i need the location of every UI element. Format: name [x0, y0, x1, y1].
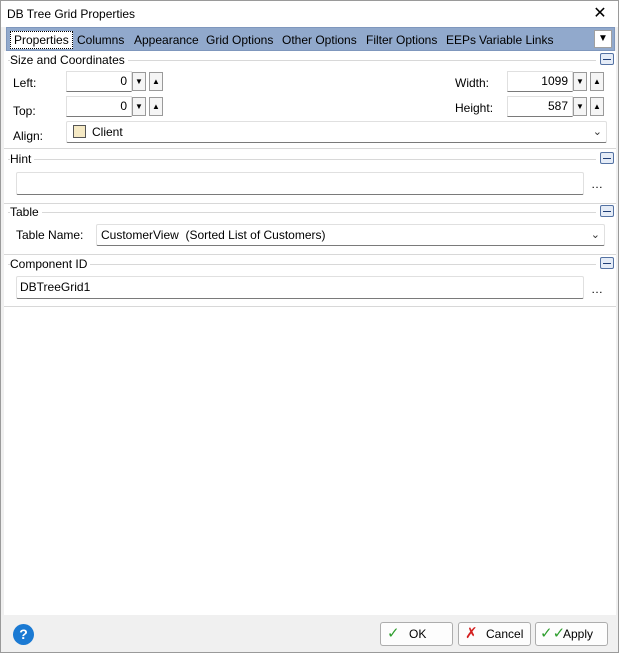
tab-appearance[interactable]: Appearance	[131, 30, 202, 50]
collapse-icon[interactable]	[600, 152, 614, 164]
tab-columns[interactable]: Columns	[74, 30, 127, 50]
properties-panel: Size and Coordinates Left: 0 ▼ ▲ Top: 0 …	[4, 51, 616, 616]
size-section-header: Size and Coordinates	[4, 52, 616, 68]
collapse-icon[interactable]	[600, 257, 614, 269]
tab-variable-links[interactable]: Variable Links	[476, 30, 556, 50]
apply-button[interactable]: ✓✓ Apply	[535, 622, 608, 646]
left-input[interactable]: 0	[66, 71, 132, 92]
align-value: Client	[92, 125, 123, 139]
chevron-up-icon[interactable]: ▲	[590, 97, 604, 116]
component-section-title: Component ID	[10, 257, 91, 271]
window-title: DB Tree Grid Properties	[7, 7, 136, 21]
dialog-footer: ? ✓ OK ✗ Cancel ✓✓ Apply	[1, 615, 618, 652]
collapse-icon[interactable]	[600, 205, 614, 217]
hint-ellipsis-button[interactable]: …	[590, 177, 604, 191]
chevron-up-icon[interactable]: ▲	[149, 97, 163, 116]
double-check-icon: ✓✓	[540, 625, 566, 642]
tab-grid-options[interactable]: Grid Options	[203, 30, 276, 50]
tab-dropdown-icon[interactable]: ▼	[594, 30, 612, 48]
tab-other-options[interactable]: Other Options	[279, 30, 360, 50]
height-label: Height:	[455, 101, 494, 115]
top-input[interactable]: 0	[66, 96, 132, 117]
align-select[interactable]: Client ⌄	[66, 121, 607, 143]
height-input[interactable]: 587	[507, 96, 573, 117]
width-input[interactable]: 1099	[507, 71, 573, 92]
table-name-select[interactable]: CustomerView (Sorted List of Customers) …	[96, 224, 605, 246]
tab-eeps[interactable]: EEPs	[443, 30, 479, 50]
color-swatch	[73, 125, 86, 138]
chevron-down-icon: ⌄	[592, 126, 602, 138]
tab-properties[interactable]: Properties	[10, 31, 73, 49]
left-label: Left:	[13, 76, 37, 90]
hint-section-title: Hint	[10, 152, 35, 166]
chevron-down-icon: ⌄	[590, 229, 600, 241]
chevron-down-icon[interactable]: ▼	[132, 97, 146, 116]
check-icon: ✓	[387, 625, 400, 642]
chevron-up-icon[interactable]: ▲	[149, 72, 163, 91]
align-label: Align:	[13, 129, 44, 143]
ok-button[interactable]: ✓ OK	[380, 622, 453, 646]
collapse-icon[interactable]	[600, 53, 614, 65]
title-bar: DB Tree Grid Properties ✕	[1, 1, 618, 27]
chevron-down-icon[interactable]: ▼	[573, 97, 587, 116]
width-label: Width:	[455, 76, 490, 90]
chevron-up-icon[interactable]: ▲	[590, 72, 604, 91]
component-id-ellipsis-button[interactable]: …	[590, 282, 604, 296]
table-name-label: Table Name:	[16, 228, 84, 242]
chevron-down-icon[interactable]: ▼	[573, 72, 587, 91]
properties-dialog: DB Tree Grid Properties ✕ Properties Col…	[0, 0, 619, 653]
close-button[interactable]: ✕	[588, 3, 612, 25]
hint-section-header: Hint	[4, 151, 616, 167]
component-section-header: Component ID	[4, 256, 616, 272]
hint-input[interactable]	[16, 172, 584, 195]
help-icon[interactable]: ?	[13, 624, 34, 645]
table-section-title: Table	[10, 205, 42, 219]
component-id-input[interactable]: DBTreeGrid1	[16, 276, 584, 299]
size-section-title: Size and Coordinates	[10, 53, 128, 67]
tab-filter-options[interactable]: Filter Options	[363, 30, 440, 50]
top-label: Top:	[13, 104, 36, 118]
cancel-button[interactable]: ✗ Cancel	[458, 622, 531, 646]
table-name-value: CustomerView (Sorted List of Customers)	[101, 228, 326, 242]
chevron-down-icon[interactable]: ▼	[132, 72, 146, 91]
close-icon: ✗	[465, 625, 478, 642]
tab-bar: Properties Columns Appearance Grid Optio…	[6, 27, 615, 51]
table-section-header: Table	[4, 204, 616, 220]
